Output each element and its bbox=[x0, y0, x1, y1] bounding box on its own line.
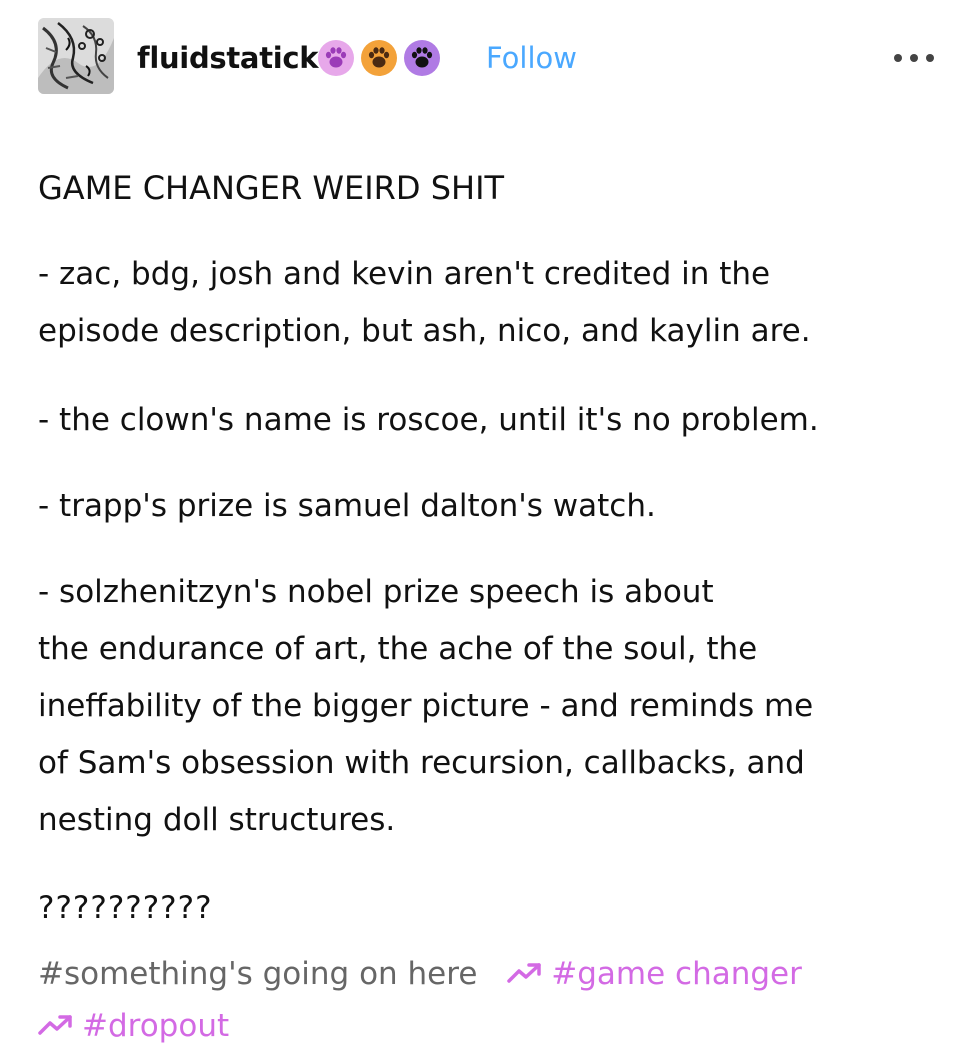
username[interactable]: fluidstatick bbox=[137, 38, 319, 78]
paw-icon bbox=[368, 47, 390, 68]
trending-tag[interactable]: #dropout bbox=[38, 1008, 229, 1044]
paw-badge-purple[interactable] bbox=[404, 40, 440, 76]
paragraph-questions: ?????????? bbox=[38, 880, 938, 937]
text-line: ineffability of the bigger picture - and… bbox=[38, 688, 814, 724]
post-header: fluidstatick Follow bbox=[38, 18, 938, 98]
trending-tag[interactable]: #game changer bbox=[507, 956, 802, 992]
text-line: ?????????? bbox=[38, 890, 213, 926]
paragraph-clown: - the clown's name is roscoe, until it's… bbox=[38, 392, 938, 449]
tag-label: #dropout bbox=[82, 1008, 230, 1044]
paw-badge-pink[interactable] bbox=[318, 40, 354, 76]
paragraph-credits: - zac, bdg, josh and kevin aren't credit… bbox=[38, 246, 938, 360]
more-dot bbox=[894, 54, 902, 62]
text-line: episode description, but ash, nico, and … bbox=[38, 313, 811, 349]
tag-row: #dropout bbox=[38, 1000, 938, 1052]
more-dot bbox=[910, 54, 918, 62]
text-line: - zac, bdg, josh and kevin aren't credit… bbox=[38, 256, 771, 292]
paragraph-prize: - trapp's prize is samuel dalton's watch… bbox=[38, 478, 938, 535]
text-line: - trapp's prize is samuel dalton's watch… bbox=[38, 488, 656, 524]
more-options-icon[interactable] bbox=[894, 46, 934, 70]
tag-list: #something's going on here #game changer… bbox=[38, 948, 938, 1052]
more-dot bbox=[926, 54, 934, 62]
trending-icon bbox=[507, 962, 541, 983]
text-line: of Sam's obsession with recursion, callb… bbox=[38, 745, 805, 781]
paw-badge-orange[interactable] bbox=[361, 40, 397, 76]
text-line: - the clown's name is roscoe, until it's… bbox=[38, 402, 819, 438]
tag-row: #something's going on here #game changer bbox=[38, 948, 938, 1000]
follow-button[interactable]: Follow bbox=[486, 38, 577, 78]
avatar[interactable] bbox=[38, 18, 114, 94]
text-line: - solzhenitzyn's nobel prize speech is a… bbox=[38, 574, 714, 610]
paragraph-speech: - solzhenitzyn's nobel prize speech is a… bbox=[38, 564, 938, 849]
trending-icon bbox=[38, 1014, 72, 1035]
avatar-image bbox=[38, 18, 114, 94]
post: fluidstatick Follow GAME CHANGER WEIRD S… bbox=[0, 0, 972, 1056]
badge-list bbox=[318, 40, 440, 76]
tag-link[interactable]: #something's going on here bbox=[38, 956, 477, 992]
paw-icon bbox=[411, 47, 433, 68]
text-line: nesting doll structures. bbox=[38, 802, 396, 838]
paw-icon bbox=[325, 47, 347, 68]
text-line: the endurance of art, the ache of the so… bbox=[38, 631, 758, 667]
post-title: GAME CHANGER WEIRD SHIT bbox=[38, 169, 505, 207]
tag-label: #game changer bbox=[551, 956, 802, 992]
